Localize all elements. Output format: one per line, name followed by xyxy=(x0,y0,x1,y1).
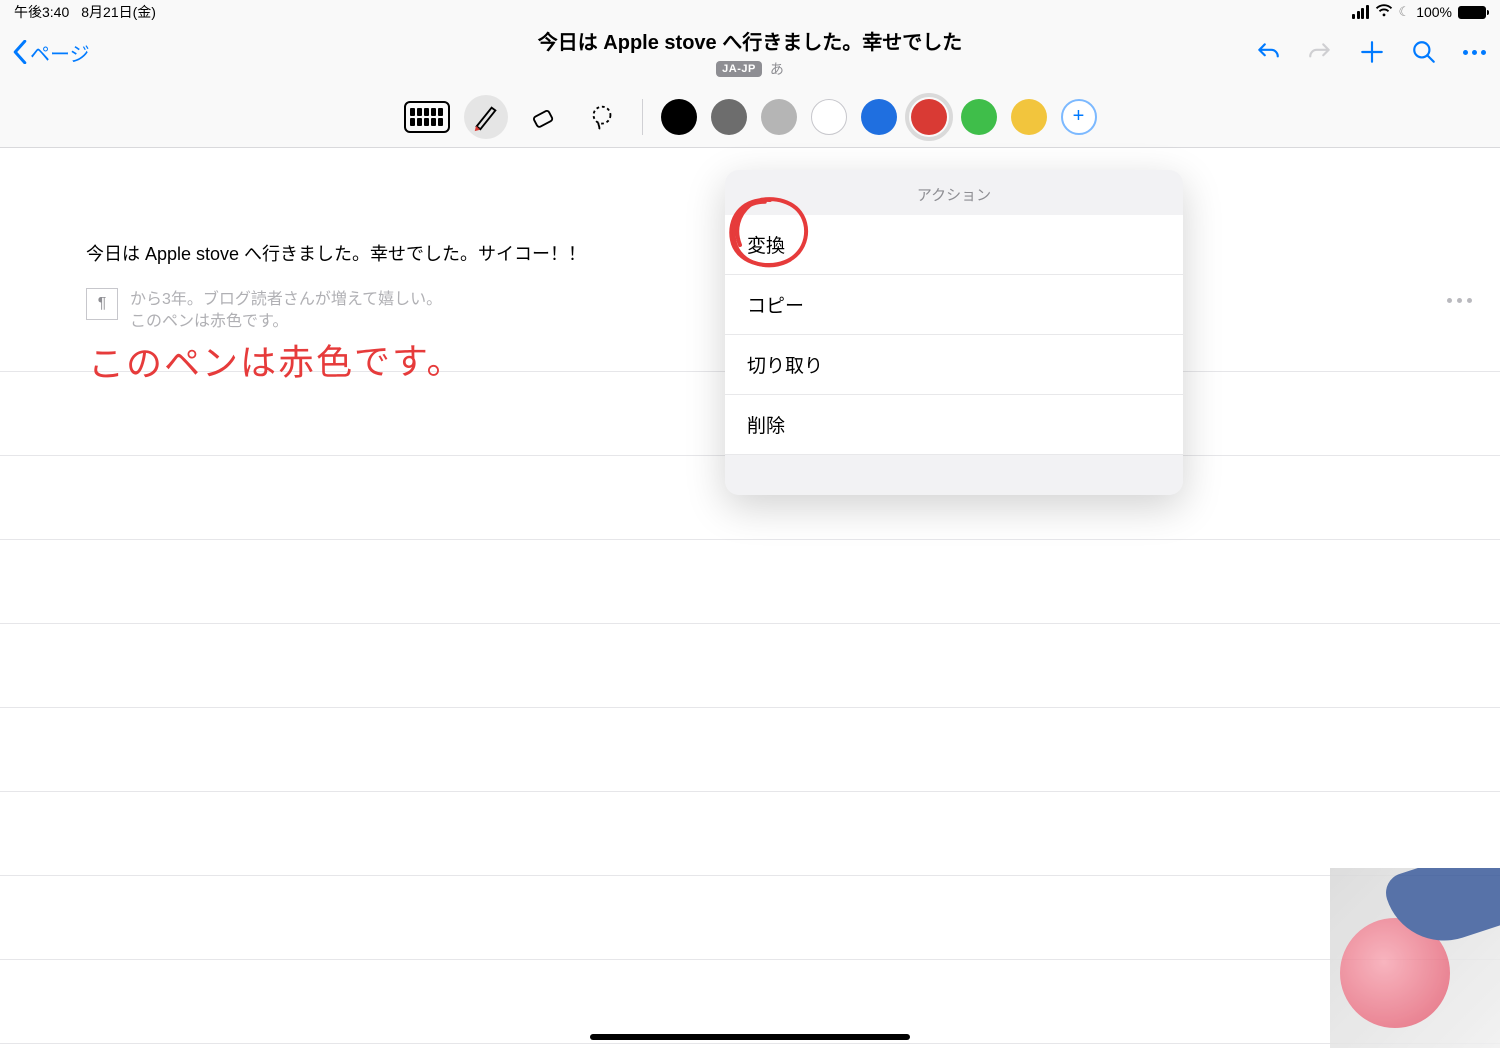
action-convert[interactable]: 変換 xyxy=(725,215,1183,275)
more-button[interactable] xyxy=(1463,50,1486,55)
color-swatch-dark-gray[interactable] xyxy=(711,99,747,135)
corner-watermark xyxy=(1330,868,1500,1048)
action-popover: アクション 変換 コピー 切り取り 削除 xyxy=(725,170,1183,495)
line-more-button[interactable] xyxy=(1447,298,1472,303)
color-swatch-green[interactable] xyxy=(961,99,997,135)
handwritten-text: このペンは赤色です。 xyxy=(88,332,465,387)
language-hint: あ xyxy=(770,59,784,79)
status-bar: 午後3:40 8月21日(金) ☾ 100% xyxy=(0,0,1500,24)
color-swatch-red[interactable] xyxy=(911,99,947,135)
drawing-toolbar: + xyxy=(0,86,1500,148)
typed-text-line: 今日は Apple stove へ行きました。幸せでした。サイコー！！ xyxy=(86,240,586,266)
home-indicator xyxy=(590,1034,910,1040)
language-badge[interactable]: JA-JP xyxy=(716,61,762,77)
color-swatch-light-gray[interactable] xyxy=(761,99,797,135)
color-swatch-blue[interactable] xyxy=(861,99,897,135)
back-button[interactable]: ページ xyxy=(12,38,90,67)
page-title: 今日は Apple stove へ行きました。幸せでした xyxy=(538,26,962,55)
color-swatch-yellow[interactable] xyxy=(1011,99,1047,135)
add-button[interactable] xyxy=(1359,39,1385,65)
nav-header: ページ 今日は Apple stove へ行きました。幸せでした JA-JP あ xyxy=(0,24,1500,80)
battery-icon xyxy=(1458,6,1486,19)
wifi-icon xyxy=(1375,4,1393,21)
popover-header: アクション xyxy=(725,170,1183,215)
eraser-tool[interactable] xyxy=(522,95,566,139)
chevron-left-icon xyxy=(12,40,28,64)
color-swatch-white[interactable] xyxy=(811,99,847,135)
battery-percent: 100% xyxy=(1416,4,1452,20)
lasso-tool[interactable] xyxy=(580,95,624,139)
action-delete[interactable]: 削除 xyxy=(725,395,1183,455)
color-swatches: + xyxy=(661,99,1097,135)
back-label: ページ xyxy=(30,38,90,67)
status-date: 8月21日(金) xyxy=(81,2,156,22)
search-button[interactable] xyxy=(1411,39,1437,65)
dnd-moon-icon: ☾ xyxy=(1399,4,1411,20)
keyboard-tool[interactable] xyxy=(404,101,450,133)
add-color-button[interactable]: + xyxy=(1061,99,1097,135)
status-time: 午後3:40 xyxy=(14,2,69,22)
action-copy[interactable]: コピー xyxy=(725,275,1183,335)
color-swatch-black[interactable] xyxy=(661,99,697,135)
pen-tool[interactable] xyxy=(464,95,508,139)
redo-button[interactable] xyxy=(1307,39,1333,65)
undo-button[interactable] xyxy=(1255,39,1281,65)
cellular-icon xyxy=(1352,5,1369,19)
action-cut[interactable]: 切り取り xyxy=(725,335,1183,395)
